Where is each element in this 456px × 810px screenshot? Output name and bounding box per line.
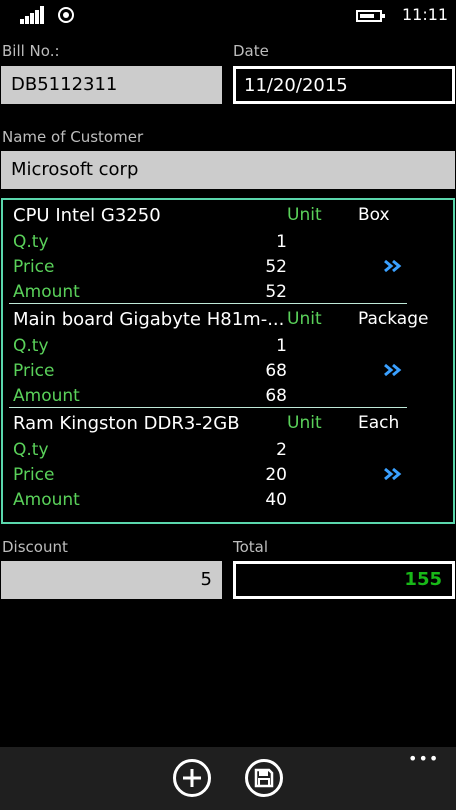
- item-name: CPU Intel G3250: [13, 205, 161, 226]
- date-label: Date: [233, 42, 269, 60]
- total-label: Total: [233, 538, 269, 556]
- save-icon: [254, 768, 274, 788]
- price-label: Price: [13, 361, 55, 381]
- bill-number-field[interactable]: DB5112311: [1, 66, 222, 104]
- more-icon[interactable]: •••: [408, 749, 439, 768]
- chevron-right-double-icon[interactable]: [383, 258, 403, 274]
- item-name: Main board Gigabyte H81m-...: [13, 309, 283, 330]
- list-item[interactable]: Main board Gigabyte H81m-... Unit Packag…: [3, 304, 453, 408]
- qty-label: Q.ty: [13, 232, 49, 252]
- amount-label: Amount: [13, 490, 80, 510]
- signal-icon: [20, 6, 46, 24]
- add-icon: [183, 769, 201, 787]
- price-label: Price: [13, 465, 55, 485]
- unit-value: Box: [358, 205, 390, 225]
- total-value: 155: [233, 561, 455, 599]
- add-button[interactable]: [173, 759, 211, 797]
- clock: 11:11: [402, 5, 449, 24]
- price-label: Price: [13, 257, 55, 277]
- qty-label: Q.ty: [13, 336, 49, 356]
- qty-label: Q.ty: [13, 440, 49, 460]
- price-value: 20: [265, 465, 287, 485]
- status-bar: 11:11: [0, 0, 456, 32]
- item-name: Ram Kingston DDR3-2GB: [13, 413, 240, 434]
- amount-label: Amount: [13, 386, 80, 406]
- unit-label: Unit: [287, 413, 322, 433]
- amount-value: 68: [265, 386, 287, 406]
- amount-label: Amount: [13, 282, 80, 302]
- customer-label: Name of Customer: [2, 128, 144, 146]
- qty-value: 1: [276, 336, 287, 356]
- discount-field[interactable]: 5: [1, 561, 222, 599]
- save-button[interactable]: [245, 759, 283, 797]
- items-list: CPU Intel G3250 Unit Box Q.ty 1 Price 52…: [1, 198, 455, 524]
- date-field[interactable]: 11/20/2015: [233, 66, 455, 104]
- list-item[interactable]: CPU Intel G3250 Unit Box Q.ty 1 Price 52…: [3, 200, 453, 304]
- location-icon: [58, 7, 74, 23]
- unit-value: Package: [358, 309, 429, 329]
- customer-name-field[interactable]: Microsoft corp: [1, 151, 455, 189]
- chevron-right-double-icon[interactable]: [383, 466, 403, 482]
- chevron-right-double-icon[interactable]: [383, 362, 403, 378]
- price-value: 52: [265, 257, 287, 277]
- price-value: 68: [265, 361, 287, 381]
- amount-value: 40: [265, 490, 287, 510]
- bill-label: Bill No.:: [2, 42, 60, 60]
- list-item[interactable]: Ram Kingston DDR3-2GB Unit Each Q.ty 2 P…: [3, 408, 453, 512]
- app-bar: •••: [0, 747, 456, 810]
- discount-label: Discount: [2, 538, 68, 556]
- unit-label: Unit: [287, 309, 322, 329]
- qty-value: 1: [276, 232, 287, 252]
- qty-value: 2: [276, 440, 287, 460]
- battery-icon: [356, 10, 385, 22]
- unit-label: Unit: [287, 205, 322, 225]
- amount-value: 52: [265, 282, 287, 302]
- unit-value: Each: [358, 413, 400, 433]
